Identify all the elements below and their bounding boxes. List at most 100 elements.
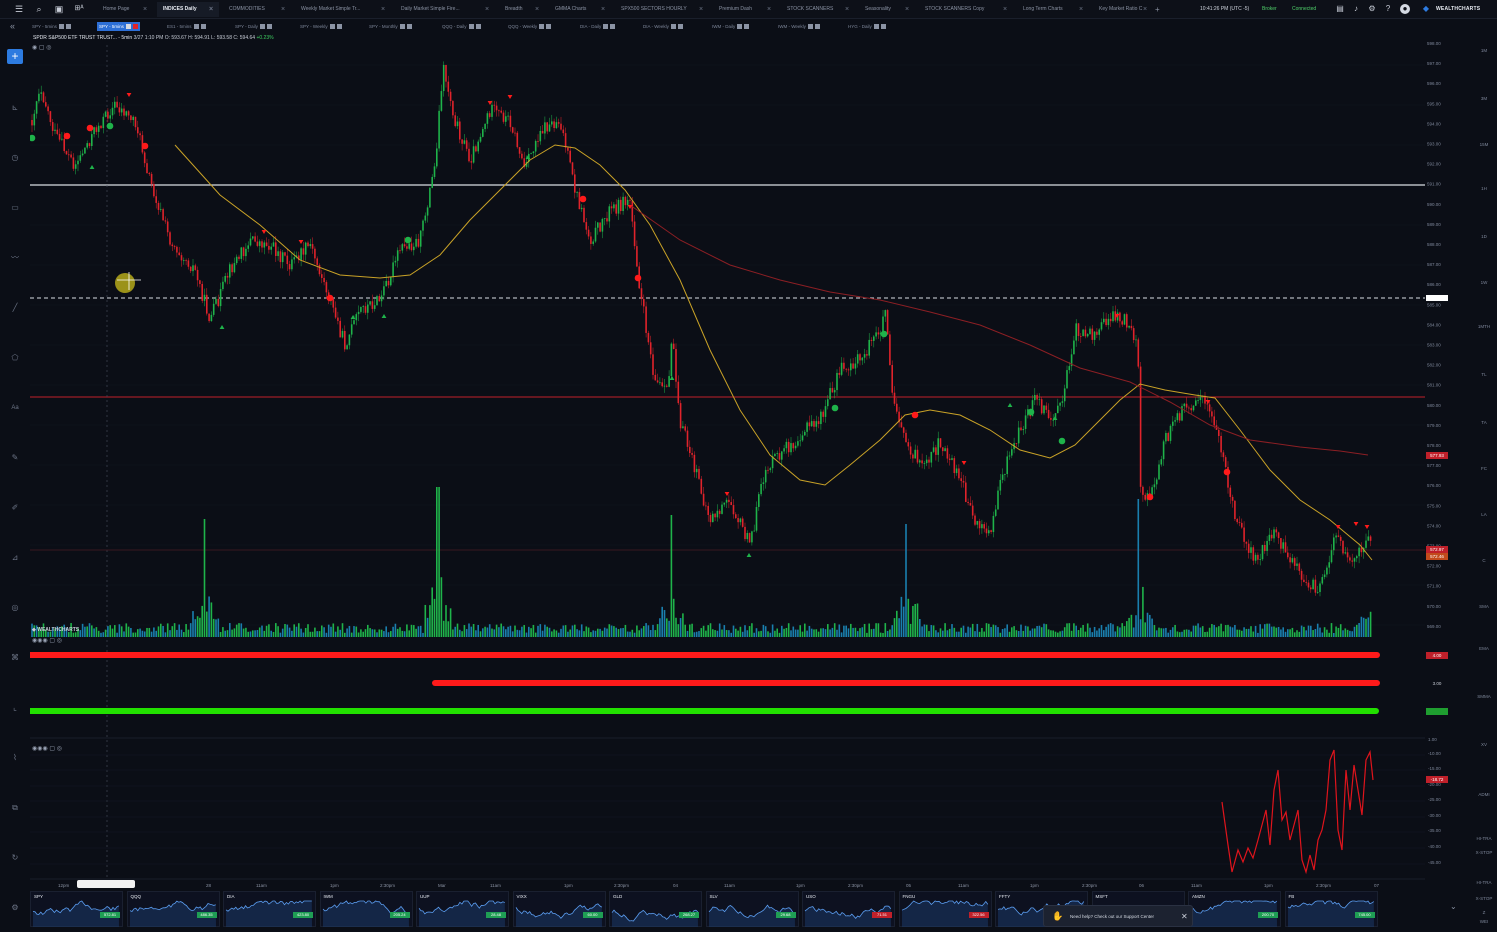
mini-chart[interactable]: IWM 205.24: [319, 891, 413, 927]
layout-tab[interactable]: QQQ - Weekly: [506, 22, 553, 31]
workspace-tab[interactable]: STOCK SCANNERS Copy ×: [919, 2, 1013, 17]
calendar-tool-icon[interactable]: ▭: [9, 202, 21, 214]
layout-tab-button-icon[interactable]: [475, 24, 481, 30]
line-tool-icon[interactable]: ╱: [9, 302, 21, 314]
layout-tab[interactable]: DIA - Daily: [578, 22, 617, 31]
timeframe-button[interactable]: XV: [1473, 742, 1495, 747]
layout-tab[interactable]: DIA - Weekly: [641, 22, 685, 31]
settings-tool-icon[interactable]: ⚙: [9, 902, 21, 914]
layout-tab-button-icon[interactable]: [193, 24, 199, 30]
layout-tab-button-icon[interactable]: [677, 24, 683, 30]
mini-chart[interactable]: VIXX 60.00: [512, 891, 606, 927]
brush-tool-icon[interactable]: ✐: [9, 502, 21, 514]
layout-tab-button-icon[interactable]: [468, 24, 474, 30]
clock-tool-icon[interactable]: ◷: [9, 152, 21, 164]
indicator2-pane-controls[interactable]: ◉◉◉ ▢ ◎: [32, 745, 62, 752]
workspace-tab[interactable]: Breadth ×: [499, 2, 545, 17]
save-icon[interactable]: ▤: [1335, 4, 1345, 14]
layout-tab[interactable]: ES1 - 5mins: [165, 22, 208, 31]
workspace-tab[interactable]: STOCK SCANNERS ×: [781, 2, 855, 17]
close-tab-icon[interactable]: ×: [767, 2, 771, 17]
mini-chart[interactable]: USO 71.51: [802, 891, 895, 927]
mini-chart[interactable]: FB 745.00: [1284, 891, 1378, 927]
layout-tab-button-icon[interactable]: [65, 24, 71, 30]
bell-icon[interactable]: ♪: [1351, 4, 1361, 14]
layout-tab-button-icon[interactable]: [406, 24, 412, 30]
help-icon[interactable]: ?: [1383, 4, 1393, 14]
layout-tab[interactable]: IWM - Weekly: [776, 22, 822, 31]
add-drawing-button[interactable]: +: [7, 49, 23, 64]
timeframe-button[interactable]: X-STOP: [1473, 896, 1495, 901]
timeframe-button[interactable]: 1W: [1473, 280, 1495, 285]
timeframe-button[interactable]: TA: [1473, 420, 1495, 425]
timeframe-button[interactable]: 1D: [1473, 234, 1495, 239]
layout-tab-button-icon[interactable]: [259, 24, 265, 30]
workspace-tab[interactable]: Long Term Charts ×: [1017, 2, 1089, 17]
layout-tab[interactable]: SPY - 5mins: [30, 22, 73, 31]
timeframe-button[interactable]: EMA: [1473, 646, 1495, 651]
mini-chart[interactable]: AMZN 200.70: [1188, 891, 1281, 927]
close-tab-icon[interactable]: ×: [143, 2, 147, 17]
layout-tab[interactable]: SPY - Monthly: [367, 22, 414, 31]
layout-icon[interactable]: ▣: [53, 3, 65, 15]
layout-tab-button-icon[interactable]: [399, 24, 405, 30]
layout-tab[interactable]: SPY - Weekly: [298, 22, 344, 31]
hamburger-icon[interactable]: ☰: [13, 3, 25, 15]
timeframe-button[interactable]: 1M: [1473, 48, 1495, 53]
layout-tab-button-icon[interactable]: [873, 24, 879, 30]
timeframe-button[interactable]: SMMA: [1473, 694, 1495, 699]
trend-tool-icon[interactable]: 〰: [9, 252, 21, 264]
timeframe-button[interactable]: SMA: [1473, 604, 1495, 609]
layout-tab-button-icon[interactable]: [539, 24, 545, 30]
refresh-tool-icon[interactable]: ↻: [9, 852, 21, 864]
layout-tab-button-icon[interactable]: [670, 24, 676, 30]
close-tab-icon[interactable]: ×: [281, 2, 285, 17]
layout-tab-button-icon[interactable]: [603, 24, 609, 30]
indicator1-pane-controls[interactable]: ◉◉◉ ▢ ◎: [32, 637, 62, 644]
timeframe-button[interactable]: 15M: [1473, 142, 1495, 147]
mini-chart[interactable]: UUP 28.48: [416, 891, 509, 927]
layout-tab-button-icon[interactable]: [336, 24, 342, 30]
layout-tab-button-icon[interactable]: [132, 24, 138, 30]
text-tool-icon[interactable]: Aa: [9, 402, 21, 414]
layout-tab-button-icon[interactable]: [880, 24, 886, 30]
avatar-icon[interactable]: ●: [1400, 4, 1410, 14]
collapse-arrow-icon[interactable]: «: [10, 21, 15, 31]
watchlist-scroll-icon[interactable]: ⌄: [1450, 902, 1457, 911]
symbol-name[interactable]: SPDR S&P500 ETF TRUST TRUST... - 5min: [33, 35, 132, 41]
close-tab-icon[interactable]: ×: [905, 2, 909, 17]
workspace-tab[interactable]: COMMODITIES ×: [223, 2, 291, 17]
mini-chart[interactable]: QQQ 486.35: [126, 891, 220, 927]
pencil-tool-icon[interactable]: ✎: [9, 452, 21, 464]
mini-chart[interactable]: SPY 572.81: [30, 891, 123, 927]
layout-tab-button-icon[interactable]: [744, 24, 750, 30]
ai-icon[interactable]: ⊞ᴬ: [73, 3, 85, 15]
layout-tab[interactable]: QQQ - Daily: [440, 22, 483, 31]
layout-tab-button-icon[interactable]: [610, 24, 616, 30]
workspace-tab[interactable]: SPX500 SECTORS HOURLY ×: [615, 2, 709, 17]
workspace-tab[interactable]: Home Page ×: [97, 2, 153, 17]
mini-chart[interactable]: DIA 423.80: [223, 891, 316, 927]
close-tab-icon[interactable]: ×: [845, 2, 849, 17]
close-tab-icon[interactable]: ×: [601, 2, 605, 17]
timeframe-button[interactable]: ADMI: [1473, 792, 1495, 797]
close-tab-icon[interactable]: ×: [535, 2, 539, 17]
copy-tool-icon[interactable]: ⧉: [9, 802, 21, 814]
layout-tab-button-icon[interactable]: [329, 24, 335, 30]
layout-tab-button-icon[interactable]: [58, 24, 64, 30]
layout-tab[interactable]: HYG - Daily: [846, 22, 888, 31]
workspace-tab[interactable]: Premium Dash ×: [713, 2, 777, 17]
timeframe-button[interactable]: Z: [1473, 910, 1495, 915]
timeframe-button[interactable]: FC: [1473, 466, 1495, 471]
measure-tool-icon[interactable]: ⌞: [9, 702, 21, 714]
close-tab-icon[interactable]: ×: [1003, 2, 1007, 17]
timeframe-button[interactable]: 1H: [1473, 186, 1495, 191]
workspace-tab[interactable]: GMMA Charts ×: [549, 2, 611, 17]
layout-tab-button-icon[interactable]: [814, 24, 820, 30]
timeframe-button[interactable]: WEI: [1473, 919, 1495, 924]
timeframe-button[interactable]: LA: [1473, 512, 1495, 517]
gear-icon[interactable]: ⚙: [1367, 4, 1377, 14]
timeframe-button[interactable]: TL: [1473, 372, 1495, 377]
eye-tool-icon[interactable]: ◎: [9, 602, 21, 614]
cursor-tool-icon[interactable]: ⊾: [9, 102, 21, 114]
